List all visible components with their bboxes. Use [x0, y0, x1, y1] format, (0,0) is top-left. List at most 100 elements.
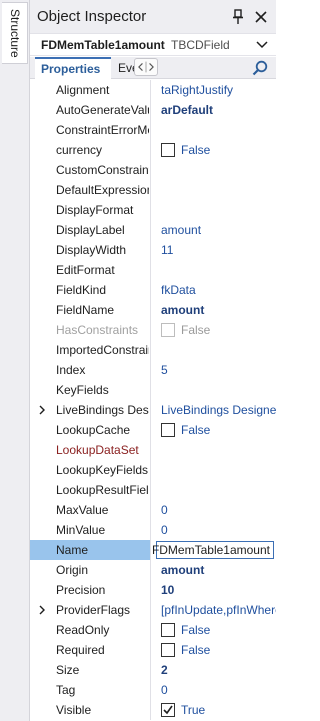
- property-value: False: [181, 643, 211, 657]
- close-icon[interactable]: [254, 10, 268, 24]
- property-row[interactable]: ConstraintErrorMessage: [30, 120, 276, 140]
- expand-chevron-icon[interactable]: [38, 605, 46, 615]
- property-checkbox[interactable]: [161, 143, 175, 157]
- property-row[interactable]: LiveBindings Designer LiveBindings Design…: [30, 400, 276, 420]
- property-row[interactable]: DisplayFormat: [30, 200, 276, 220]
- property-row[interactable]: currency False: [30, 140, 276, 160]
- property-row[interactable]: DefaultExpression: [30, 180, 276, 200]
- property-name: Required: [56, 643, 105, 657]
- property-row[interactable]: FieldKind fkData: [30, 280, 276, 300]
- property-value[interactable]: 0: [161, 500, 276, 520]
- property-value[interactable]: 2: [161, 660, 276, 680]
- column-divider: [150, 360, 151, 380]
- property-value[interactable]: [161, 340, 276, 360]
- property-row[interactable]: Visible True: [30, 700, 276, 720]
- property-value[interactable]: amount: [161, 300, 276, 320]
- component-type: TBCDField: [171, 38, 230, 52]
- column-divider: [150, 260, 151, 280]
- property-row[interactable]: EditFormat: [30, 260, 276, 280]
- property-row[interactable]: KeyFields: [30, 380, 276, 400]
- property-row[interactable]: CustomConstraint: [30, 160, 276, 180]
- property-value[interactable]: [161, 200, 276, 220]
- property-name: currency: [56, 143, 103, 157]
- property-value[interactable]: [161, 260, 276, 280]
- property-row[interactable]: Origin amount: [30, 560, 276, 580]
- structure-tab-label: Structure: [8, 9, 22, 58]
- property-row[interactable]: Tag 0: [30, 680, 276, 700]
- property-value[interactable]: [161, 480, 276, 500]
- property-value[interactable]: LiveBindings Designer: [161, 400, 276, 420]
- property-name: FieldName: [56, 303, 115, 317]
- drag-handle-icon[interactable]: [134, 58, 158, 76]
- property-name: CustomConstraint: [56, 163, 149, 177]
- search-icon[interactable]: [252, 60, 268, 76]
- property-value[interactable]: arDefault: [161, 100, 276, 120]
- property-value: True: [181, 703, 206, 717]
- column-divider: [150, 280, 151, 300]
- property-value[interactable]: [161, 460, 276, 480]
- property-name: Origin: [56, 563, 89, 577]
- property-value[interactable]: fkData: [161, 280, 276, 300]
- property-row[interactable]: FieldName amount: [30, 300, 276, 320]
- column-divider: [150, 700, 151, 720]
- expand-chevron-icon[interactable]: [38, 405, 46, 415]
- property-name: FieldKind: [56, 283, 107, 297]
- property-value[interactable]: [161, 120, 276, 140]
- property-value[interactable]: 11: [161, 240, 276, 260]
- property-row[interactable]: ReadOnly False: [30, 620, 276, 640]
- property-row[interactable]: ProviderFlags [pfInUpdate,pfInWhere]: [30, 600, 276, 620]
- property-value[interactable]: 0: [161, 520, 276, 540]
- property-row[interactable]: Alignment taRightJustify: [30, 80, 276, 100]
- object-inspector-panel: Object Inspector FDMemTable1amount TBCDF…: [30, 0, 276, 721]
- column-divider: [150, 100, 151, 120]
- property-value[interactable]: amount: [161, 560, 276, 580]
- property-value[interactable]: [161, 160, 276, 180]
- property-row[interactable]: LookupKeyFields: [30, 460, 276, 480]
- tab-properties[interactable]: Properties: [35, 57, 111, 79]
- property-value[interactable]: amount: [161, 220, 276, 240]
- property-checkbox[interactable]: [161, 643, 175, 657]
- column-divider: [150, 380, 151, 400]
- property-checkbox[interactable]: [161, 703, 175, 717]
- property-value[interactable]: 10: [161, 580, 276, 600]
- column-divider: [150, 540, 151, 560]
- property-row[interactable]: Name FDMemTable1amount: [30, 540, 276, 560]
- property-row[interactable]: ImportedConstraint: [30, 340, 276, 360]
- property-row[interactable]: LookupDataSet: [30, 440, 276, 460]
- property-checkbox[interactable]: [161, 623, 175, 637]
- property-row[interactable]: Size 2: [30, 660, 276, 680]
- property-value[interactable]: [161, 380, 276, 400]
- property-row[interactable]: Required False: [30, 640, 276, 660]
- property-checkbox[interactable]: [161, 423, 175, 437]
- property-name: LookupDataSet: [56, 443, 139, 457]
- property-row[interactable]: LookupResultField: [30, 480, 276, 500]
- property-row[interactable]: DisplayWidth 11: [30, 240, 276, 260]
- property-row[interactable]: Index 5: [30, 360, 276, 380]
- pin-icon[interactable]: [231, 9, 245, 25]
- property-row[interactable]: AutoGenerateValue arDefault: [30, 100, 276, 120]
- property-value[interactable]: 0: [161, 680, 276, 700]
- property-row[interactable]: Precision 10: [30, 580, 276, 600]
- column-divider: [150, 240, 151, 260]
- chevron-down-icon[interactable]: [256, 40, 268, 50]
- property-name: ReadOnly: [56, 623, 110, 637]
- property-value-editor[interactable]: FDMemTable1amount: [152, 541, 274, 559]
- property-value[interactable]: taRightJustify: [161, 80, 276, 100]
- component-name: FDMemTable1amount: [41, 38, 165, 52]
- property-row[interactable]: LookupCache False: [30, 420, 276, 440]
- column-divider: [150, 140, 151, 160]
- property-name: ImportedConstraint: [56, 343, 149, 357]
- property-row[interactable]: HasConstraints False: [30, 320, 276, 340]
- property-value[interactable]: [pfInUpdate,pfInWhere]: [161, 600, 276, 620]
- property-value[interactable]: 5: [161, 360, 276, 380]
- property-row[interactable]: DisplayLabel amount: [30, 220, 276, 240]
- structure-tab[interactable]: Structure: [2, 2, 28, 64]
- property-value: False: [181, 623, 211, 637]
- property-name: Index: [56, 363, 86, 377]
- property-value[interactable]: [161, 180, 276, 200]
- property-row[interactable]: MinValue 0: [30, 520, 276, 540]
- property-row[interactable]: MaxValue 0: [30, 500, 276, 520]
- property-value[interactable]: [161, 440, 276, 460]
- checkmark-icon: [163, 705, 173, 715]
- component-selector[interactable]: FDMemTable1amount TBCDField: [30, 34, 276, 56]
